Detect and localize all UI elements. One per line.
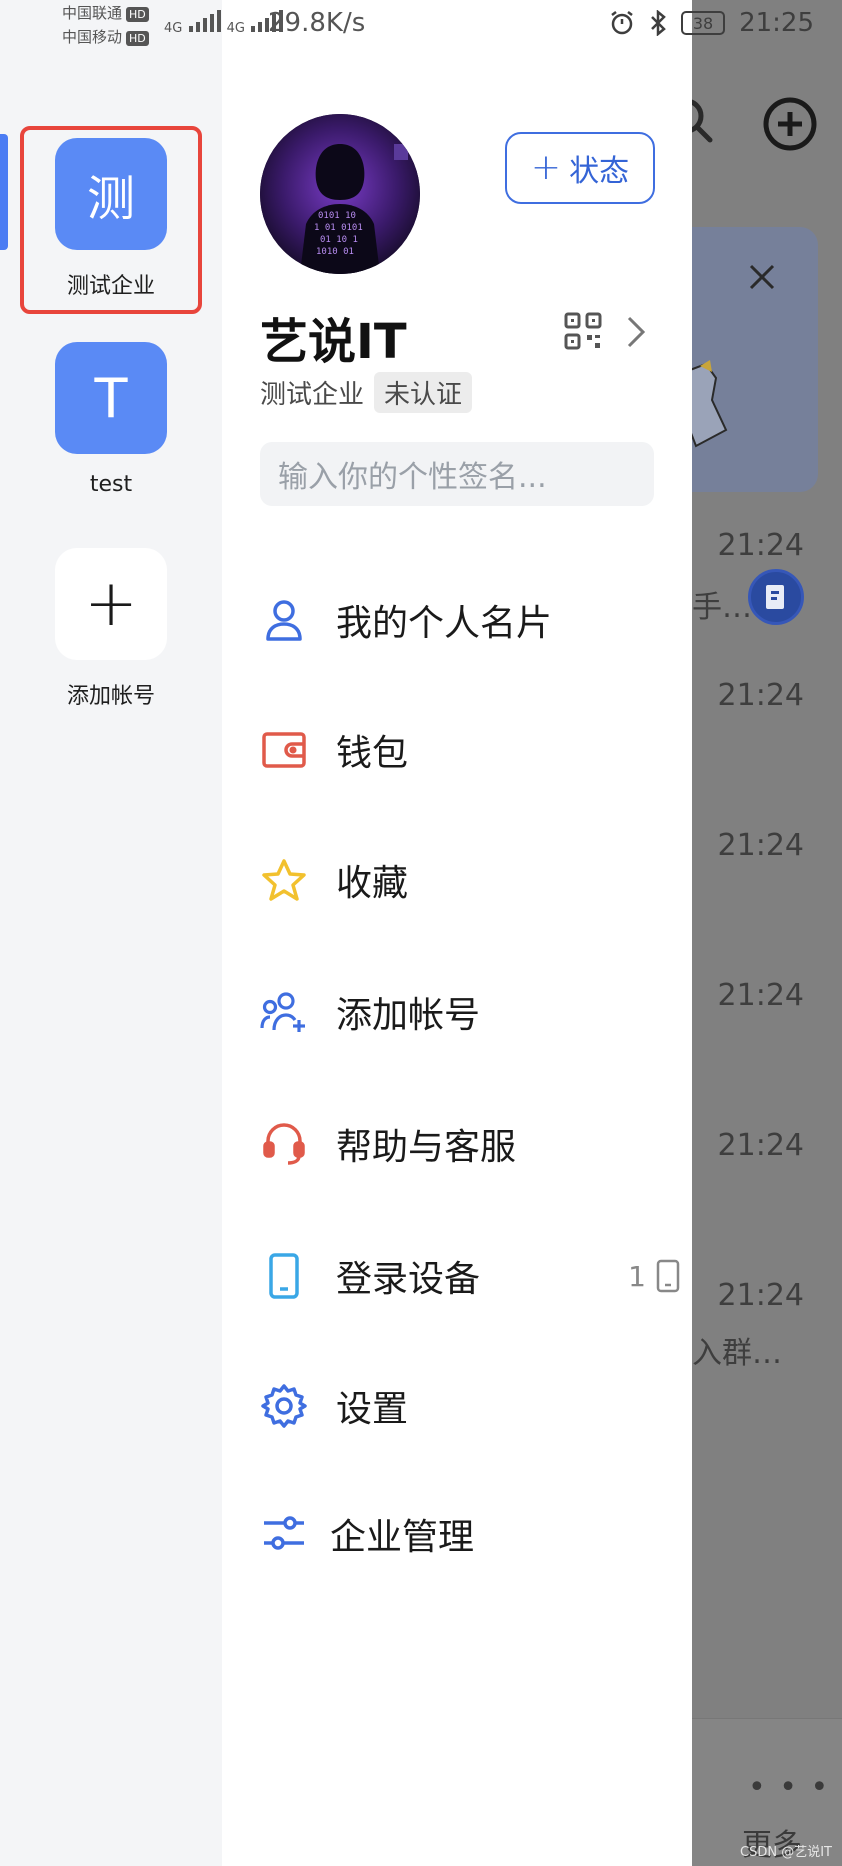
menu-item-favorites[interactable]: 收藏	[260, 840, 680, 920]
person-icon	[260, 596, 308, 644]
account-name: test	[89, 472, 133, 497]
carrier-info: 中国联通 HD 中国移动 HD	[62, 1, 149, 49]
alarm-icon	[611, 11, 633, 35]
headset-icon	[260, 1120, 308, 1168]
avatar[interactable]: 0101 10 1 01 0101 01 10 1 1010 01	[260, 114, 420, 274]
battery-icon: 38	[681, 11, 726, 35]
add-account-label: 添加帐号	[66, 684, 155, 709]
chat-time: 21:24	[717, 828, 804, 863]
menu-item-add-account[interactable]: 添加帐号	[260, 972, 680, 1052]
carrier-1: 中国联通	[62, 4, 123, 22]
menu-item-help[interactable]: 帮助与客服	[260, 1104, 680, 1184]
document-badge-icon	[748, 569, 804, 625]
plus-icon: +	[530, 146, 562, 188]
bluetooth-icon	[651, 10, 666, 36]
menu-item-devices[interactable]: 登录设备 1	[260, 1236, 680, 1316]
hd-badge: HD	[126, 31, 149, 46]
chat-time: 21:24	[717, 528, 804, 563]
sliders-icon	[260, 1510, 308, 1558]
selection-highlight	[20, 126, 202, 314]
add-user-icon	[260, 988, 308, 1036]
account-item-test[interactable]: T test	[0, 342, 222, 497]
add-circle-icon[interactable]	[758, 92, 822, 156]
verify-status-badge[interactable]: 未认证	[374, 372, 473, 413]
menu-label: 我的个人名片	[336, 603, 553, 644]
plus-icon: +	[55, 548, 167, 660]
watermark: CSDN @艺说IT	[740, 1845, 832, 1860]
set-status-button[interactable]: + 状态	[505, 132, 655, 204]
phone-icon	[260, 1252, 308, 1300]
menu-label: 钱包	[336, 733, 409, 774]
add-account-button[interactable]: + 添加帐号	[0, 548, 222, 710]
wallet-icon	[260, 726, 308, 774]
menu-label: 添加帐号	[336, 995, 481, 1036]
banner-illustration-icon	[692, 360, 746, 450]
chat-snippet: 入群…	[692, 1336, 782, 1371]
chat-time: 21:24	[717, 978, 804, 1013]
svg-text:01 10 1: 01 10 1	[320, 235, 358, 245]
star-icon	[260, 856, 308, 904]
signature-input[interactable]: 输入你的个性签名...	[260, 442, 654, 506]
profile-drawer: 0101 10 1 01 0101 01 10 1 1010 01 + 状态 艺…	[222, 0, 692, 1866]
chat-time: 21:24	[717, 1278, 804, 1313]
network-speed: 29.8K/s	[268, 8, 366, 38]
menu-item-settings[interactable]: 设置	[260, 1366, 680, 1446]
gear-icon	[260, 1382, 308, 1430]
chat-time: 21:24	[717, 1128, 804, 1163]
svg-text:0101 10: 0101 10	[318, 211, 356, 221]
account-rail: 测 测试企业 T test + 添加帐号	[0, 0, 222, 1866]
background-chat-list: 21:24 手… 21:24 21:24 21:24 21:24 21:24 入…	[692, 0, 842, 1866]
profile-name: 艺说IT	[260, 314, 407, 370]
status-right: 38 21:25	[609, 8, 814, 38]
search-icon[interactable]	[692, 92, 722, 152]
signal-icon: 4G 4G	[164, 10, 285, 36]
menu-item-business-card[interactable]: 我的个人名片	[260, 580, 680, 660]
account-avatar: T	[55, 342, 167, 454]
more-dots-icon[interactable]: • • •	[748, 1770, 830, 1805]
clock: 21:25	[739, 8, 814, 38]
hd-badge: HD	[126, 7, 149, 22]
chat-snippet: 手…	[692, 590, 752, 625]
menu-label: 帮助与客服	[336, 1127, 517, 1168]
status-bar: 中国联通 HD 中国移动 HD 4G 4G 29.8K/s 38 21:25	[0, 0, 842, 52]
device-count-value: 1	[628, 1259, 646, 1293]
menu-label: 企业管理	[330, 1517, 475, 1558]
close-icon[interactable]	[740, 255, 784, 299]
chat-time: 21:24	[717, 678, 804, 713]
device-count: 1	[628, 1259, 680, 1293]
status-button-label: 状态	[569, 154, 630, 189]
svg-text:1 01 0101: 1 01 0101	[314, 223, 363, 233]
svg-text:1010 01: 1010 01	[316, 247, 354, 257]
menu-label: 设置	[336, 1389, 409, 1430]
chevron-right-icon[interactable]	[624, 314, 648, 350]
qr-code-icon[interactable]	[564, 312, 602, 350]
menu-item-wallet[interactable]: 钱包	[260, 710, 680, 790]
carrier-2: 中国移动	[62, 28, 123, 46]
device-phone-icon	[656, 1259, 680, 1293]
org-name: 测试企业	[260, 380, 365, 410]
menu-item-enterprise-management[interactable]: 企业管理	[260, 1494, 680, 1574]
org-info: 测试企业 未认证	[260, 372, 473, 413]
menu-label: 收藏	[336, 863, 409, 904]
menu-label: 登录设备	[336, 1259, 481, 1300]
